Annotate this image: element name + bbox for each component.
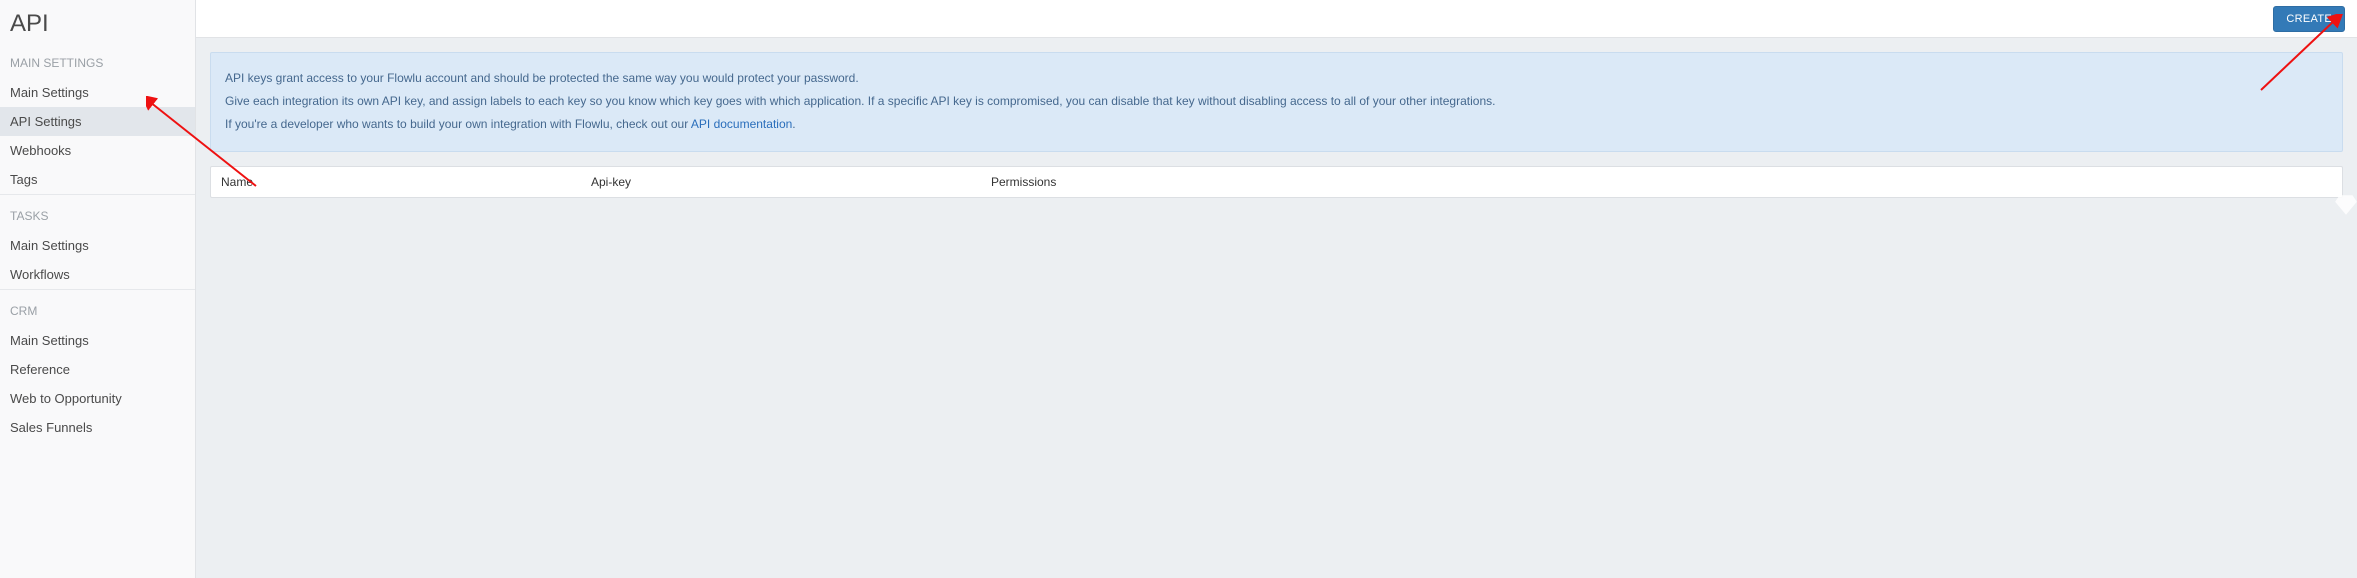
banner-line-3-suffix: . [792,117,795,131]
banner-line-3-prefix: If you're a developer who wants to build… [225,117,691,131]
sidebar-section-tasks: TASKS [0,194,195,231]
banner-line-1: API keys grant access to your Flowlu acc… [225,69,2328,88]
banner-line-3: If you're a developer who wants to build… [225,115,2328,134]
sidebar-item-api-settings[interactable]: API Settings [0,107,195,136]
main-panel: CREATE API keys grant access to your Flo… [196,0,2357,578]
sidebar-item-webhooks[interactable]: Webhooks [0,136,195,165]
column-header-name: Name [211,167,581,197]
info-banner: API keys grant access to your Flowlu acc… [210,52,2343,152]
api-keys-table: Name Api-key Permissions [210,166,2343,198]
sidebar-item-web-to-opportunity[interactable]: Web to Opportunity [0,384,195,413]
settings-sidebar: API MAIN SETTINGS Main Settings API Sett… [0,0,196,578]
sidebar-item-workflows[interactable]: Workflows [0,260,195,289]
topbar: CREATE [196,0,2357,38]
sidebar-section-crm: CRM [0,289,195,326]
sidebar-section-main-settings: MAIN SETTINGS [0,50,195,78]
sidebar-item-main-settings[interactable]: Main Settings [0,78,195,107]
table-header: Name Api-key Permissions [210,166,2343,198]
banner-line-2: Give each integration its own API key, a… [225,92,2328,111]
sidebar-item-reference[interactable]: Reference [0,355,195,384]
sidebar-item-tags[interactable]: Tags [0,165,195,194]
column-header-permissions: Permissions [981,167,2342,197]
api-documentation-link[interactable]: API documentation [691,117,792,131]
sidebar-item-tasks-main-settings[interactable]: Main Settings [0,231,195,260]
sidebar-item-crm-main-settings[interactable]: Main Settings [0,326,195,355]
gem-icon[interactable] [2333,192,2357,218]
page-title: API [0,0,195,50]
create-button[interactable]: CREATE [2273,6,2345,32]
column-header-api-key: Api-key [581,167,981,197]
sidebar-item-sales-funnels[interactable]: Sales Funnels [0,413,195,442]
